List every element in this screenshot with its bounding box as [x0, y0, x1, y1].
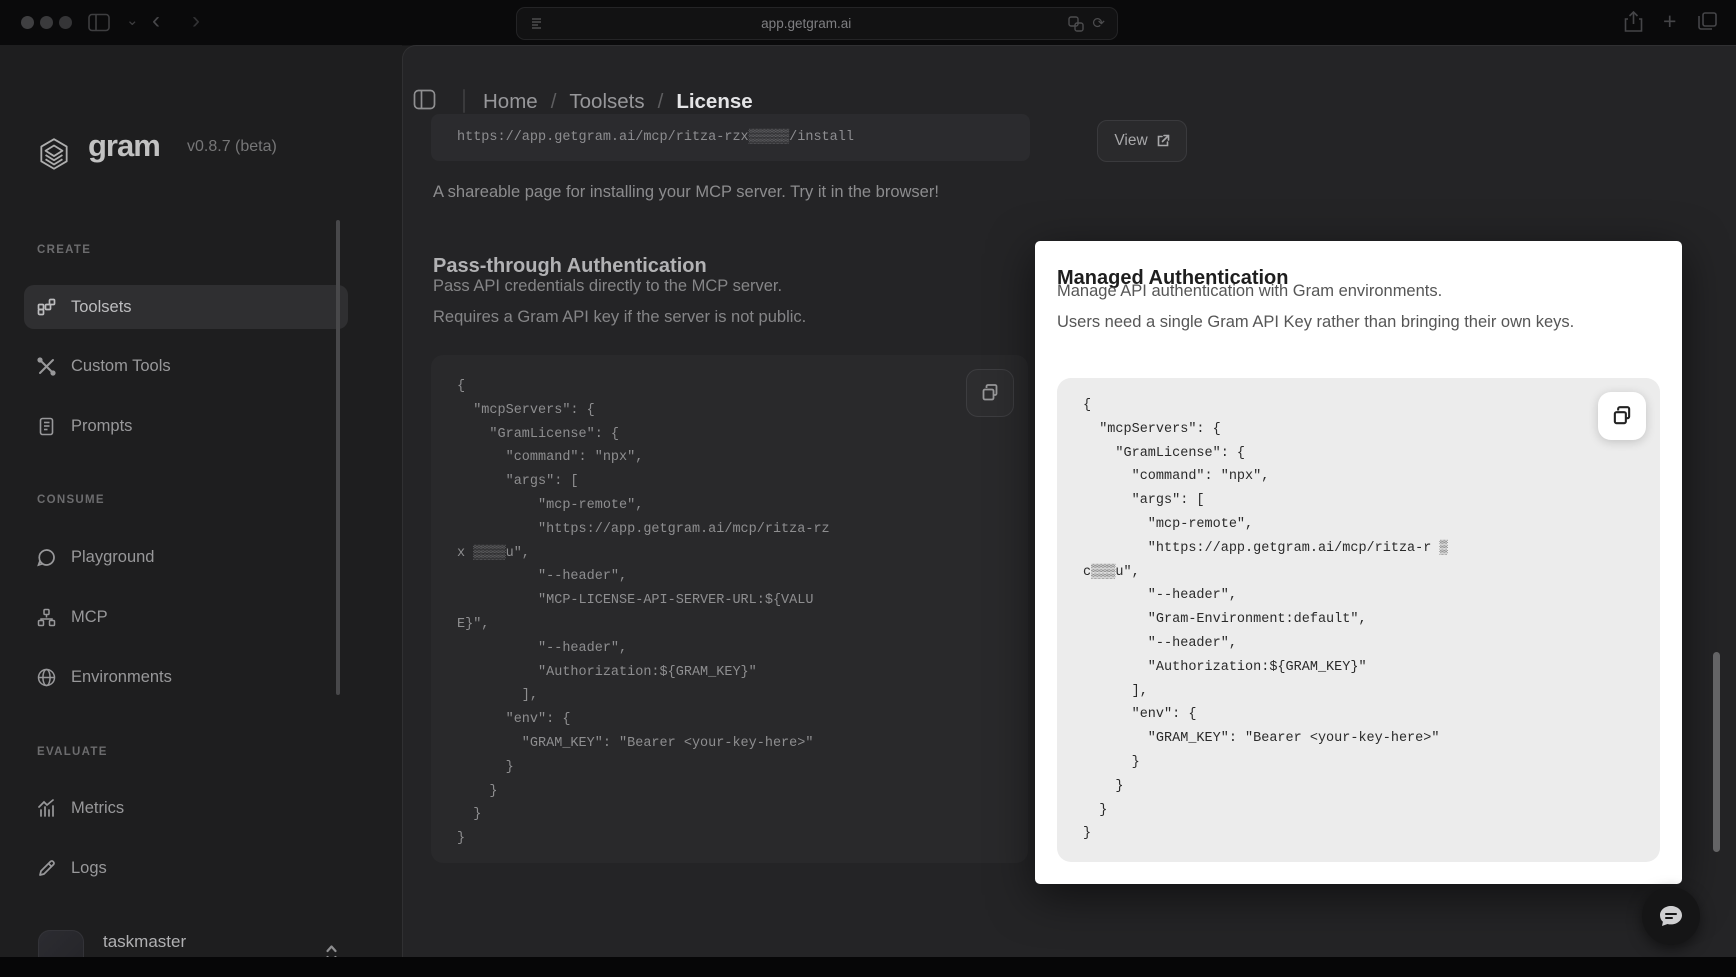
sidebar-section-evaluate: EVALUATE — [37, 746, 108, 758]
chat-launcher-button[interactable] — [1642, 887, 1700, 945]
copy-button[interactable] — [966, 369, 1014, 417]
custom-tools-icon — [37, 357, 56, 376]
sidebar-item-logs[interactable]: Logs — [24, 846, 348, 890]
app-logo-text: gram — [88, 128, 160, 164]
shareable-page-text: A shareable page for installing your MCP… — [433, 183, 939, 202]
breadcrumb: Home / Toolsets / License — [483, 90, 753, 114]
passthrough-desc-line1: Pass API credentials directly to the MCP… — [433, 277, 782, 296]
install-url-text: https://app.getgram.ai/mcp/ritza-rzx▒▒▒▒… — [457, 130, 854, 145]
sidebar-section-consume: CONSUME — [37, 494, 105, 506]
sidebar: gram v0.8.7 (beta) CREATE Toolsets Custo… — [0, 45, 402, 957]
bar-chart-icon — [37, 799, 56, 818]
sidebar-item-prompts[interactable]: Prompts — [24, 404, 348, 448]
toolbar-sidebar-toggle-icon[interactable] — [88, 13, 110, 32]
forward-button[interactable]: › — [192, 9, 200, 33]
managed-auth-code-block: { "mcpServers": { "GramLicense": { "comm… — [1057, 378, 1660, 862]
copy-button[interactable] — [1598, 392, 1646, 440]
tab-overview-icon[interactable] — [1698, 12, 1717, 31]
sidebar-item-mcp[interactable]: MCP — [24, 595, 348, 639]
passthrough-desc-line2: Requires a Gram API key if the server is… — [433, 308, 806, 327]
page-scrollbar[interactable] — [1713, 652, 1720, 852]
sidebar-item-label: Playground — [71, 548, 154, 567]
gram-logo-icon — [35, 136, 73, 174]
sidebar-item-label: MCP — [71, 608, 108, 627]
hierarchy-icon — [37, 608, 56, 627]
sidebar-item-playground[interactable]: Playground — [24, 535, 348, 579]
breadcrumb-current: License — [676, 90, 752, 114]
panel-toggle-icon[interactable] — [413, 89, 436, 110]
chat-icon — [1657, 902, 1685, 930]
reader-icon[interactable] — [529, 16, 544, 31]
managed-auth-desc-line2: Users need a single Gram API Key rather … — [1057, 309, 1592, 337]
minimize-window-button[interactable] — [40, 16, 53, 29]
install-url-block: https://app.getgram.ai/mcp/ritza-rzx▒▒▒▒… — [431, 114, 1030, 161]
share-icon[interactable] — [1624, 11, 1643, 33]
sidebar-scrollbar[interactable] — [336, 220, 340, 695]
browser-chrome: ⌄ ‹ › app.getgram.ai ⟳ + — [0, 0, 1736, 46]
sidebar-item-environments[interactable]: Environments — [24, 655, 348, 699]
passthrough-code: { "mcpServers": { "GramLicense": { "comm… — [431, 355, 1028, 871]
managed-auth-card: Managed Authentication Manage API authen… — [1035, 241, 1682, 884]
view-button[interactable]: View — [1097, 120, 1187, 162]
sidebar-item-custom-tools[interactable]: Custom Tools — [24, 344, 348, 388]
sidebar-item-label: Metrics — [71, 799, 124, 818]
sidebar-section-create: CREATE — [37, 244, 91, 256]
breadcrumb-home[interactable]: Home — [483, 90, 538, 114]
translate-icon[interactable] — [1068, 16, 1084, 32]
zoom-window-button[interactable] — [59, 16, 72, 29]
breadcrumb-divider — [463, 89, 465, 113]
breadcrumb-separator: / — [658, 90, 664, 114]
sidebar-item-label: Toolsets — [71, 298, 132, 317]
back-button[interactable]: ‹ — [152, 9, 160, 33]
sidebar-item-label: Prompts — [71, 417, 132, 436]
globe-icon — [37, 668, 56, 687]
url-text: app.getgram.ai — [544, 16, 1068, 31]
pencil-icon — [37, 859, 56, 878]
sidebar-item-metrics[interactable]: Metrics — [24, 786, 348, 830]
managed-auth-desc-line1: Manage API authentication with Gram envi… — [1057, 282, 1442, 301]
reload-icon[interactable]: ⟳ — [1092, 16, 1105, 31]
external-link-icon — [1156, 134, 1170, 148]
sidebar-item-toolsets[interactable]: Toolsets — [24, 285, 348, 329]
copy-icon — [1611, 405, 1633, 427]
window-bottom-edge — [0, 957, 1736, 977]
chevron-down-icon[interactable]: ⌄ — [126, 13, 139, 28]
breadcrumb-toolsets[interactable]: Toolsets — [569, 90, 644, 114]
sidebar-item-label: Logs — [71, 859, 107, 878]
passthrough-code-block: { "mcpServers": { "GramLicense": { "comm… — [431, 355, 1028, 863]
app-version: v0.8.7 (beta) — [187, 138, 277, 156]
prompts-icon — [37, 417, 56, 436]
close-window-button[interactable] — [21, 16, 34, 29]
sidebar-item-label: Environments — [71, 668, 172, 687]
copy-icon — [980, 383, 1000, 403]
sidebar-item-label: Custom Tools — [71, 357, 171, 376]
address-bar[interactable]: app.getgram.ai ⟳ — [516, 7, 1118, 40]
managed-auth-code: { "mcpServers": { "GramLicense": { "comm… — [1057, 378, 1660, 862]
passthrough-auth-title: Pass-through Authentication — [433, 255, 707, 278]
view-button-label: View — [1114, 132, 1147, 150]
user-name: taskmaster — [103, 932, 186, 952]
browser-window: ⌄ ‹ › app.getgram.ai ⟳ + — [0, 0, 1736, 977]
chat-bubble-icon — [37, 548, 56, 567]
new-tab-icon[interactable]: + — [1663, 10, 1676, 33]
toolsets-icon — [37, 298, 56, 317]
breadcrumb-separator: / — [551, 90, 557, 114]
